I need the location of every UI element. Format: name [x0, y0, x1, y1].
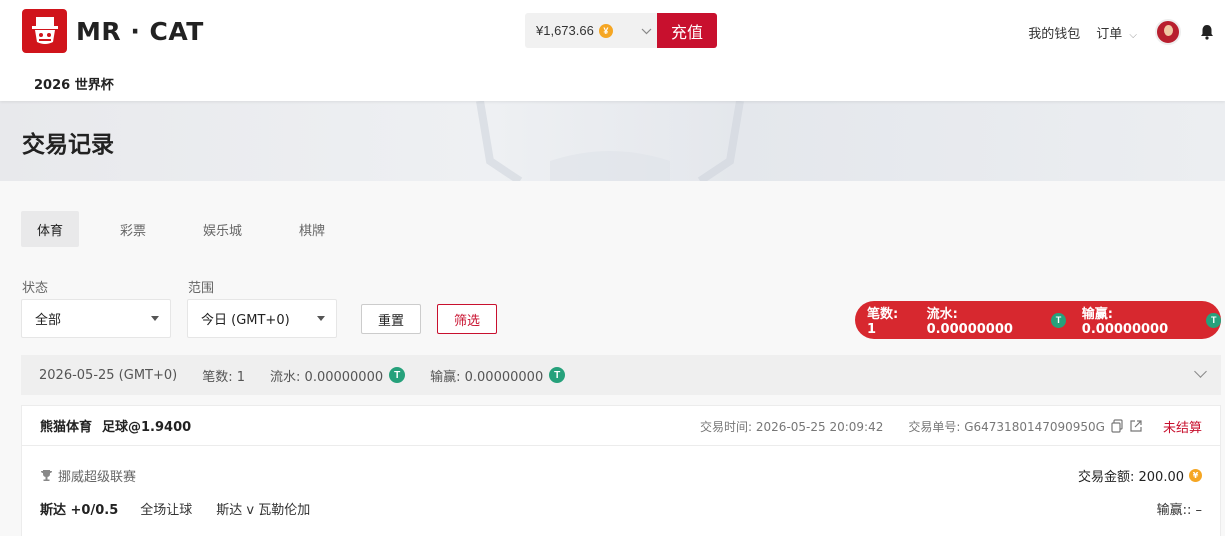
- caret-down-icon: [151, 316, 159, 321]
- orders-label: 订单: [1096, 26, 1123, 42]
- page-title: 交易记录: [22, 132, 114, 158]
- chevron-down-icon: ⌵: [1129, 29, 1137, 41]
- transaction-winloss: 输赢:: –: [1156, 503, 1202, 518]
- status-badge: 未结算: [1162, 420, 1202, 436]
- provider-name: 熊猫体育: [40, 420, 93, 435]
- summary-winloss-value: 输赢: 0.00000000: [1081, 307, 1169, 337]
- reset-button[interactable]: 重置: [361, 304, 421, 334]
- group-turnover-value: 流水: 0.00000000: [270, 369, 384, 385]
- yen-coin-icon: ¥: [598, 23, 613, 38]
- top-header: MR · CAT 2026 世界杯 ¥1,673.66 ¥ 充值 我的钱包 订单…: [0, 0, 1225, 101]
- match-name: 斯达 v 瓦勒伦加: [216, 503, 311, 518]
- group-winloss: 输赢: 0.00000000 T: [430, 366, 566, 385]
- summary-turnover: 流水: 0.00000000 T: [927, 303, 1066, 337]
- tab-lottery[interactable]: 彩票: [104, 211, 162, 247]
- nav-world-cup[interactable]: 2026 世界杯: [34, 74, 114, 93]
- brand-logo[interactable]: MR · CAT: [22, 9, 204, 53]
- status-label: 状态: [22, 281, 49, 296]
- group-winloss-value: 输赢: 0.00000000: [430, 369, 544, 385]
- date-group-header[interactable]: 2026-05-25 (GMT+0) 笔数: 1 流水: 0.00000000 …: [21, 355, 1221, 395]
- summary-count: 笔数: 1: [867, 307, 899, 337]
- category-tabs: 体育 彩票 娱乐城 棋牌: [21, 211, 366, 247]
- amount-value: 交易金额: 200.00: [1078, 470, 1184, 485]
- transaction-card: 熊猫体育 足球@1.9400 交易时间: 2026-05-25 20:09:42…: [21, 405, 1221, 536]
- bet-selection: 斯达 +0/0.5 全场让球 斯达 v 瓦勒伦加: [40, 499, 310, 518]
- summary-turnover-value: 流水: 0.00000000: [926, 307, 1013, 337]
- range-value: 今日 (GMT+0): [201, 313, 290, 328]
- group-date: 2026-05-25 (GMT+0): [39, 367, 178, 383]
- chevron-down-icon[interactable]: [1194, 365, 1207, 378]
- order-number: 交易单号: G6473180147090950G: [908, 419, 1105, 434]
- external-link-icon[interactable]: [1129, 419, 1143, 433]
- range-select[interactable]: 今日 (GMT+0): [187, 299, 337, 338]
- copy-icon[interactable]: [1110, 419, 1124, 433]
- tether-icon: T: [1051, 312, 1066, 328]
- status-select[interactable]: 全部: [21, 299, 171, 338]
- filter-button[interactable]: 筛选: [437, 304, 497, 334]
- group-count: 笔数: 1: [202, 369, 246, 385]
- chevron-down-icon: [641, 23, 652, 38]
- bet-pick: 斯达 +0/0.5: [40, 503, 119, 518]
- summary-badge: 笔数: 1 流水: 0.00000000 T 输赢: 0.00000000 T: [855, 301, 1222, 339]
- caret-down-icon: [317, 316, 325, 321]
- tether-icon: T: [549, 367, 566, 383]
- bell-icon[interactable]: [1199, 24, 1215, 40]
- tab-sports[interactable]: 体育: [21, 211, 80, 247]
- cat-logo-icon: [22, 9, 67, 53]
- transaction-amount: 交易金额: 200.00 ¥: [1078, 466, 1202, 485]
- wallet-link[interactable]: 我的钱包: [1028, 23, 1080, 42]
- tab-casino[interactable]: 娱乐城: [187, 211, 258, 247]
- bet-type: 足球@1.9400: [102, 420, 192, 435]
- tab-chess-cards[interactable]: 棋牌: [283, 211, 341, 247]
- trophy-decoration-icon: [476, 101, 744, 181]
- user-menu: 我的钱包 订单 ⌵: [1028, 18, 1225, 46]
- transaction-time: 交易时间: 2026-05-25 20:09:42: [700, 419, 884, 434]
- summary-winloss: 输赢: 0.00000000 T: [1081, 303, 1222, 337]
- balance-dropdown[interactable]: ¥1,673.66 ¥: [525, 13, 657, 48]
- range-label: 范围: [188, 281, 215, 296]
- transaction-header: 熊猫体育 足球@1.9400 交易时间: 2026-05-25 20:09:42…: [22, 406, 1220, 446]
- page-banner: [0, 101, 1225, 181]
- brand-name: MR · CAT: [76, 16, 204, 46]
- trophy-icon: [41, 470, 52, 481]
- league-name: 挪威超级联赛: [58, 470, 137, 485]
- tether-icon: T: [389, 367, 406, 383]
- balance-widget: ¥1,673.66 ¥ 充值: [525, 13, 717, 48]
- league-info: 挪威超级联赛: [40, 466, 136, 485]
- balance-amount: ¥1,673.66: [536, 23, 594, 38]
- recharge-button[interactable]: 充值: [657, 13, 717, 48]
- status-value: 全部: [35, 313, 62, 328]
- transaction-meta: 交易时间: 2026-05-25 20:09:42 交易单号: G6473180…: [700, 406, 1202, 446]
- yen-coin-icon: ¥: [1189, 469, 1202, 482]
- bet-market: 全场让球: [140, 503, 193, 518]
- tether-icon: T: [1206, 312, 1222, 328]
- avatar[interactable]: [1155, 19, 1181, 45]
- group-turnover: 流水: 0.00000000 T: [270, 366, 406, 385]
- orders-menu[interactable]: 订单 ⌵: [1096, 23, 1137, 42]
